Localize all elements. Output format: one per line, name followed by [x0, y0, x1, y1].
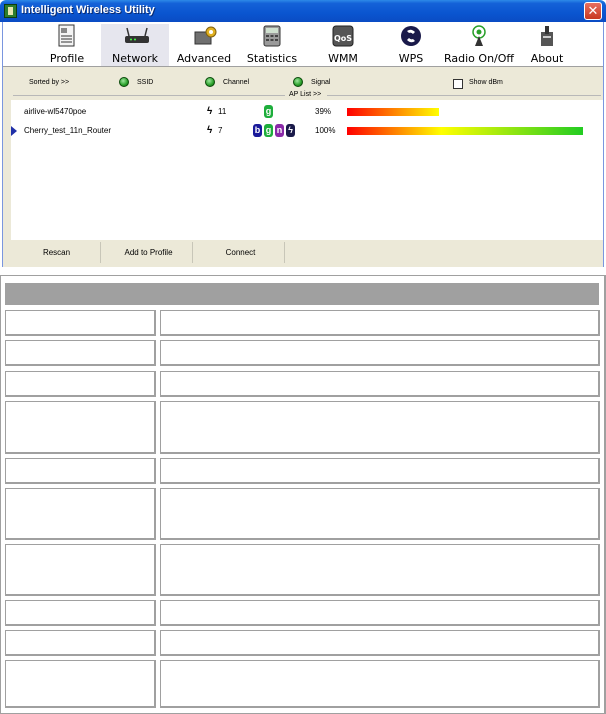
network-icon — [123, 24, 149, 48]
sort-channel-label: Channel — [223, 78, 250, 86]
tab-radio-on-off[interactable]: Radio On/Off — [439, 24, 519, 66]
tab-network[interactable]: Network — [101, 24, 169, 66]
description-table — [0, 275, 606, 714]
table-cell-label — [5, 544, 156, 596]
sort-bar: Sorted by >> SSID Channel Signal Show dB… — [3, 67, 603, 93]
tab-label: Profile — [49, 52, 85, 65]
ap-list-label: AP List >> — [289, 91, 322, 98]
close-button[interactable]: ✕ — [584, 2, 602, 20]
utility-window: Intelligent Wireless Utility ✕ Profile N… — [0, 0, 606, 267]
show-dbm-label: Show dBm — [469, 79, 503, 86]
sorted-by-label: Sorted by >> — [29, 79, 70, 86]
sort-ssid-radio[interactable]: SSID — [119, 77, 153, 87]
table-cell-value — [160, 340, 600, 366]
table-cell-value — [160, 371, 600, 397]
connect-button[interactable]: Connect — [197, 242, 285, 263]
button-row: Rescan Add to Profile Connect — [11, 242, 603, 264]
table-cell-value — [160, 544, 600, 596]
table-cell-value — [160, 660, 600, 708]
signal-bar — [347, 127, 583, 135]
table-cell-value — [160, 488, 600, 540]
tab-about[interactable]: About — [525, 24, 569, 66]
mode-g-icon: g — [264, 105, 273, 118]
window-title: Intelligent Wireless Utility — [21, 4, 155, 16]
channel-icon: ϟ — [207, 125, 213, 136]
table-cell-value — [160, 310, 600, 336]
app-icon — [4, 4, 17, 18]
mode-b-icon: b — [253, 124, 262, 137]
tab-wmm[interactable]: QoS WMM — [321, 24, 365, 66]
table-cell-label — [5, 401, 156, 454]
add-to-profile-button[interactable]: Add to Profile — [105, 242, 193, 263]
wps-badge-icon: ϟ — [286, 124, 295, 137]
ap-channel: 7 — [218, 126, 223, 135]
signal-bar — [347, 108, 439, 116]
ap-row[interactable]: Cherry_test_11n_Router ϟ 7 b g n ϟ 100% — [11, 124, 601, 138]
radio-icon — [467, 24, 491, 48]
mode-n-icon: n — [275, 124, 284, 137]
ap-ssid: Cherry_test_11n_Router — [24, 126, 112, 135]
table-cell-label — [5, 310, 156, 336]
sort-channel-radio[interactable]: Channel — [205, 77, 249, 87]
radio-selected-icon — [293, 77, 303, 87]
mode-g-icon: g — [264, 124, 273, 137]
sort-ssid-label: SSID — [137, 78, 154, 86]
advanced-icon — [192, 24, 217, 48]
channel-icon: ϟ — [207, 106, 213, 117]
ap-list-divider-right — [327, 95, 601, 96]
sort-signal-radio[interactable]: Signal — [293, 77, 330, 87]
statistics-icon — [260, 24, 284, 48]
table-cell-label — [5, 458, 156, 484]
tab-label: Radio On/Off — [444, 52, 514, 65]
ap-signal-text: 39% — [315, 107, 332, 116]
svg-text:QoS: QoS — [334, 34, 352, 43]
table-cell-label — [5, 371, 156, 397]
selected-arrow-icon — [11, 126, 17, 136]
tab-label: About — [530, 52, 564, 65]
tab-profile[interactable]: Profile — [41, 24, 93, 66]
radio-selected-icon — [119, 77, 129, 87]
ap-channel: 11 — [218, 107, 227, 116]
wmm-icon: QoS — [331, 24, 355, 48]
table-cell-label — [5, 630, 156, 656]
title-bar[interactable]: Intelligent Wireless Utility ✕ — [0, 0, 606, 22]
table-cell-value — [160, 458, 600, 484]
profile-icon — [55, 24, 79, 48]
tab-statistics[interactable]: Statistics — [243, 24, 301, 66]
table-cell-label — [5, 340, 156, 366]
tab-wps[interactable]: WPS — [389, 24, 433, 66]
about-icon — [535, 24, 559, 48]
tab-label: Statistics — [246, 52, 298, 65]
tab-label: WPS — [398, 52, 424, 65]
table-cell-value — [160, 401, 600, 454]
table-header — [5, 283, 599, 305]
table-cell-label — [5, 600, 156, 626]
table-cell-value — [160, 600, 600, 626]
table-cell-label — [5, 488, 156, 540]
network-panel: Sorted by >> SSID Channel Signal Show dB… — [3, 67, 603, 267]
show-dbm-checkbox[interactable] — [453, 79, 463, 89]
tab-advanced[interactable]: Advanced — [175, 24, 233, 66]
table-cell-label — [5, 660, 156, 708]
ap-ssid: airlive-wl5470poe — [24, 107, 87, 116]
ap-list: airlive-wl5470poe ϟ 11 g 39% Cherry_test… — [11, 100, 603, 240]
sort-signal-label: Signal — [311, 78, 331, 86]
table-cell-value — [160, 630, 600, 656]
tab-label: Network — [112, 52, 158, 65]
toolbar: Profile Network Advanced Statistics QoS … — [3, 22, 603, 66]
ap-signal-text: 100% — [315, 126, 336, 135]
tab-label: Advanced — [176, 52, 232, 65]
ap-list-divider-left — [13, 95, 285, 96]
window-body: Profile Network Advanced Statistics QoS … — [2, 22, 604, 267]
tab-label: WMM — [328, 52, 358, 65]
radio-selected-icon — [205, 77, 215, 87]
ap-row[interactable]: airlive-wl5470poe ϟ 11 g 39% — [11, 105, 601, 119]
rescan-button[interactable]: Rescan — [13, 242, 101, 263]
wps-icon — [399, 24, 423, 48]
